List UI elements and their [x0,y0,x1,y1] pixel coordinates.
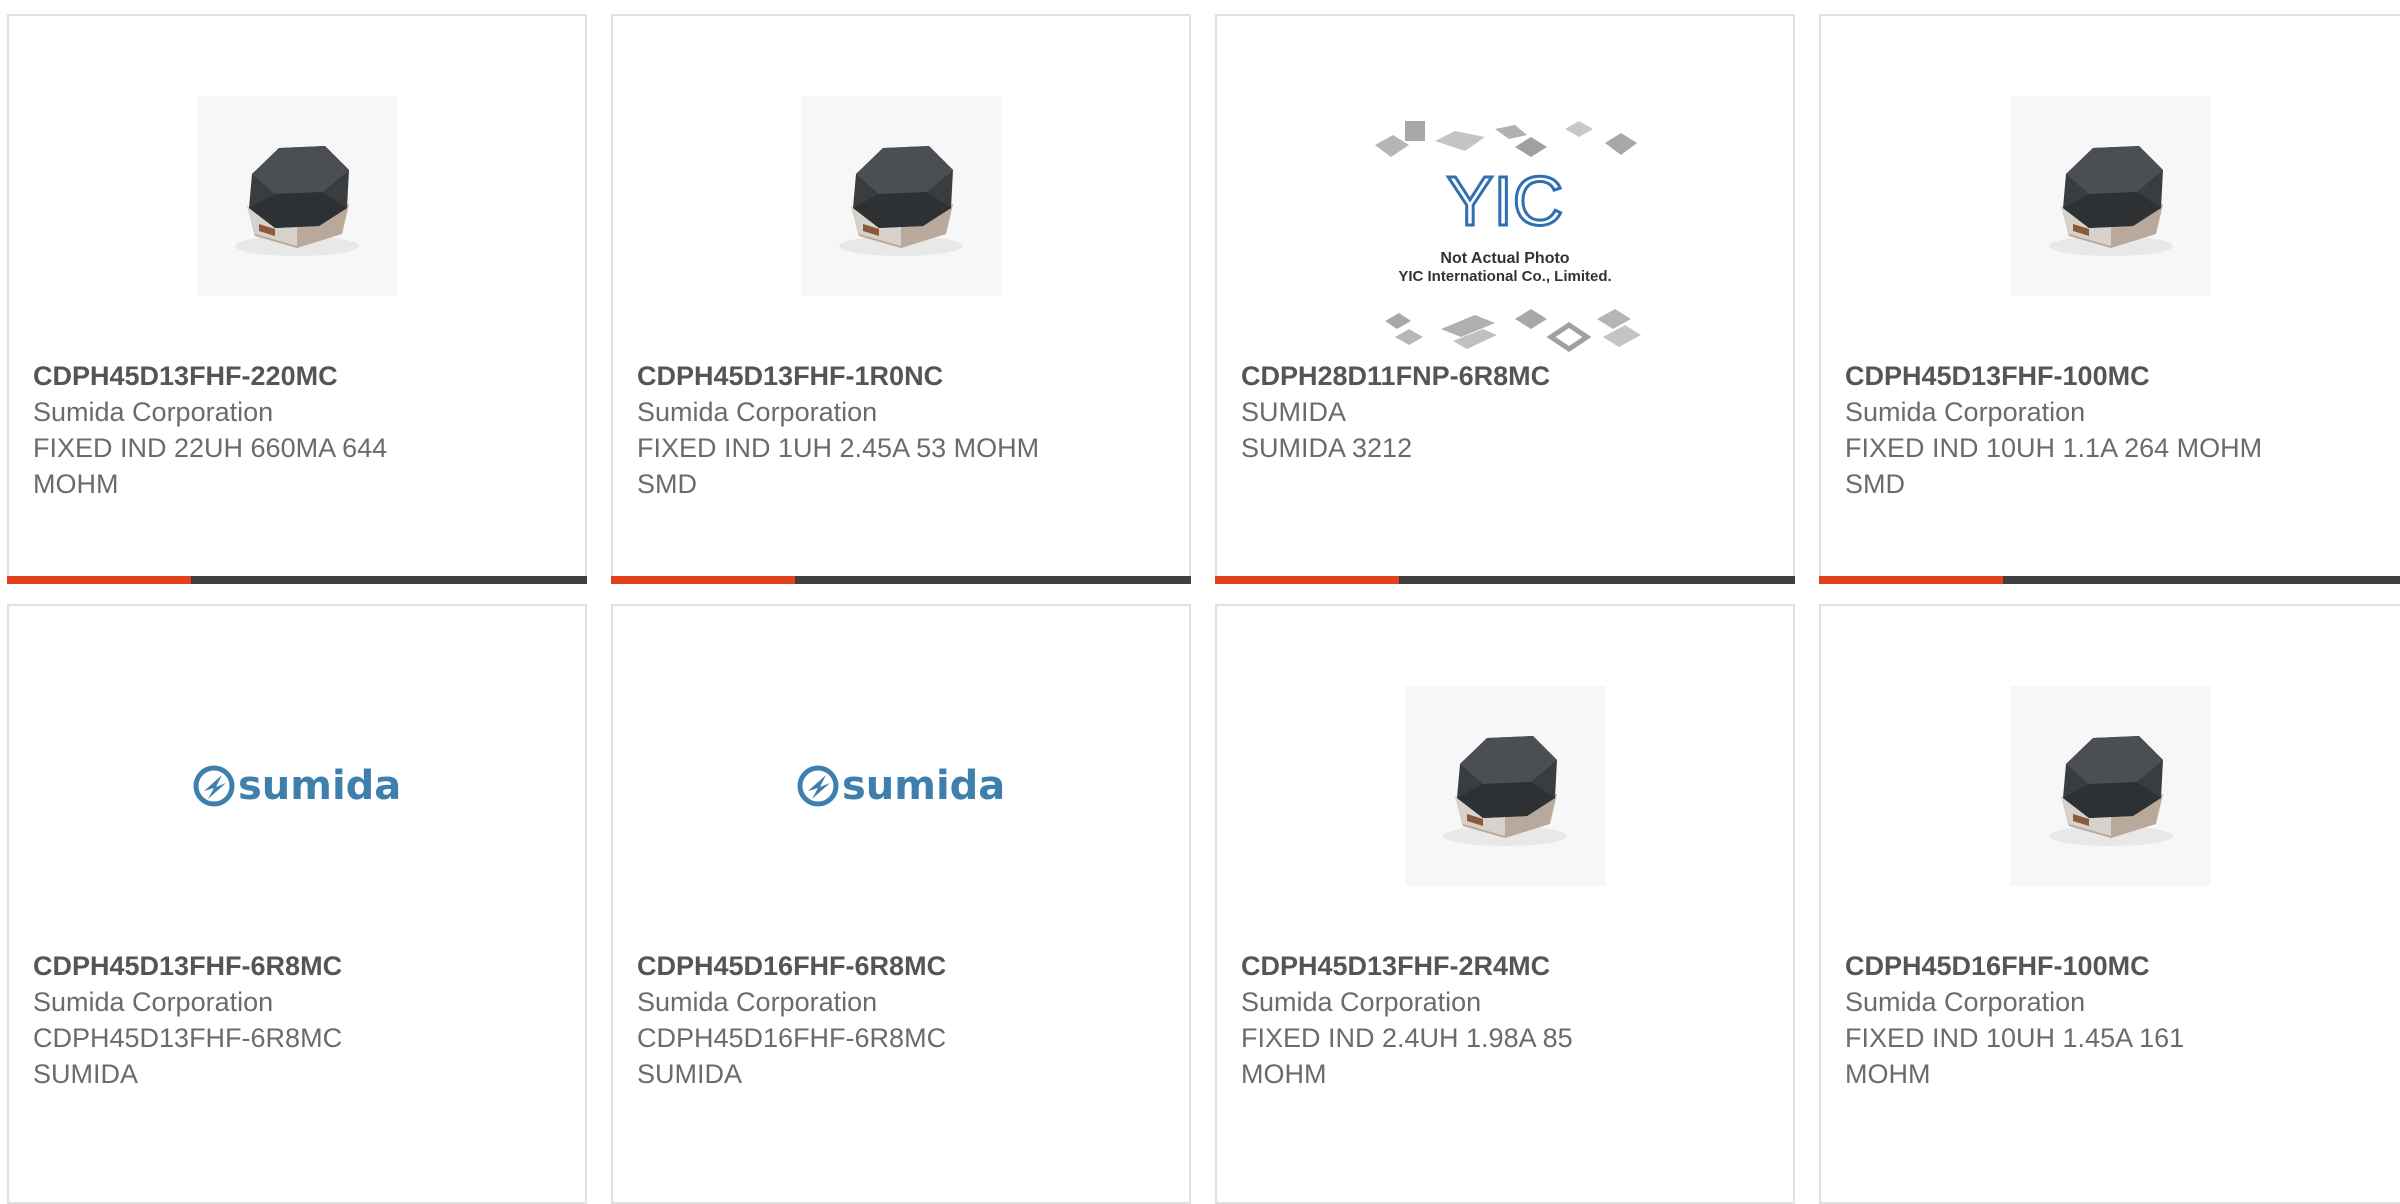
manufacturer: Sumida Corporation [33,987,274,1017]
product-image[interactable]: YIC Not Actual Photo YIC International C… [1355,104,1655,366]
product-card[interactable]: sumida CDPH45D13FHF-6R8MC Sumida Corpora… [7,604,587,1204]
manufacturer: Sumida Corporation [33,397,274,427]
inductor-image [1405,686,1605,886]
product-card[interactable]: CDPH45D13FHF-1R0NC Sumida Corporation FI… [611,14,1191,584]
description: CDPH45D13FHF-6R8MC SUMIDA [33,1023,343,1089]
svg-text:Not Actual Photo: Not Actual Photo [1440,250,1569,267]
part-number[interactable]: CDPH45D13FHF-220MC [33,358,453,394]
description: FIXED IND 10UH 1.45A 161 MOHM [1845,1023,2185,1089]
product-image[interactable] [1976,676,2246,896]
description: FIXED IND 10UH 1.1A 264 MOHM SMD [1845,433,2263,499]
card-accent-bar [1215,576,1795,584]
part-number[interactable]: CDPH45D13FHF-6R8MC [33,948,453,984]
card-accent-bar [7,576,587,584]
sumida-logo: sumida [193,763,401,809]
product-card[interactable]: CDPH45D13FHF-220MC Sumida Corporation FI… [7,14,587,584]
part-number[interactable]: CDPH45D16FHF-100MC [1845,948,2265,984]
part-number[interactable]: CDPH45D13FHF-2R4MC [1241,948,1661,984]
svg-text:YIC International Co., Limited: YIC International Co., Limited. [1398,268,1611,285]
product-image[interactable] [1976,86,2246,306]
svg-text:sumida: sumida [842,763,1005,809]
part-number[interactable]: CDPH28D11FNP-6R8MC [1241,358,1661,394]
yic-logo-text: YIC [1447,162,1564,240]
manufacturer: Sumida Corporation [637,987,878,1017]
part-number[interactable]: CDPH45D13FHF-100MC [1845,358,2265,394]
sumida-logo: sumida [797,763,1005,809]
manufacturer: Sumida Corporation [637,397,878,427]
inductor-image [197,96,397,296]
product-image[interactable] [1370,676,1640,896]
description: FIXED IND 1UH 2.45A 53 MOHM SMD [637,433,1040,499]
product-card[interactable]: CDPH45D13FHF-2R4MC Sumida Corporation FI… [1215,604,1795,1204]
product-card[interactable]: CDPH45D13FHF-100MC Sumida Corporation FI… [1819,14,2400,584]
inductor-image [801,96,1001,296]
product-image[interactable] [766,86,1036,306]
description: CDPH45D16FHF-6R8MC SUMIDA [637,1023,947,1089]
placeholder-image: YIC Not Actual Photo YIC International C… [1375,121,1641,353]
product-card[interactable]: YIC Not Actual Photo YIC International C… [1215,14,1795,584]
part-number[interactable]: CDPH45D16FHF-6R8MC [637,948,1057,984]
description: SUMIDA 3212 [1241,433,1413,463]
product-image[interactable]: sumida [162,676,432,896]
manufacturer: Sumida Corporation [1845,397,2086,427]
product-image[interactable]: sumida [766,676,1036,896]
description: FIXED IND 2.4UH 1.98A 85 MOHM [1241,1023,1573,1089]
product-image[interactable] [162,86,432,306]
manufacturer: Sumida Corporation [1845,987,2086,1017]
part-number[interactable]: CDPH45D13FHF-1R0NC [637,358,1057,394]
card-accent-bar [1819,576,2400,584]
inductor-image [2011,96,2211,296]
description: FIXED IND 22UH 660MA 644 MOHM [33,433,388,499]
inductor-image [2011,686,2211,886]
product-card[interactable]: sumida CDPH45D16FHF-6R8MC Sumida Corpora… [611,604,1191,1204]
product-card[interactable]: CDPH45D16FHF-100MC Sumida Corporation FI… [1819,604,2400,1204]
svg-text:sumida: sumida [238,763,401,809]
manufacturer: SUMIDA [1241,397,1347,427]
manufacturer: Sumida Corporation [1241,987,1482,1017]
card-accent-bar [611,576,1191,584]
